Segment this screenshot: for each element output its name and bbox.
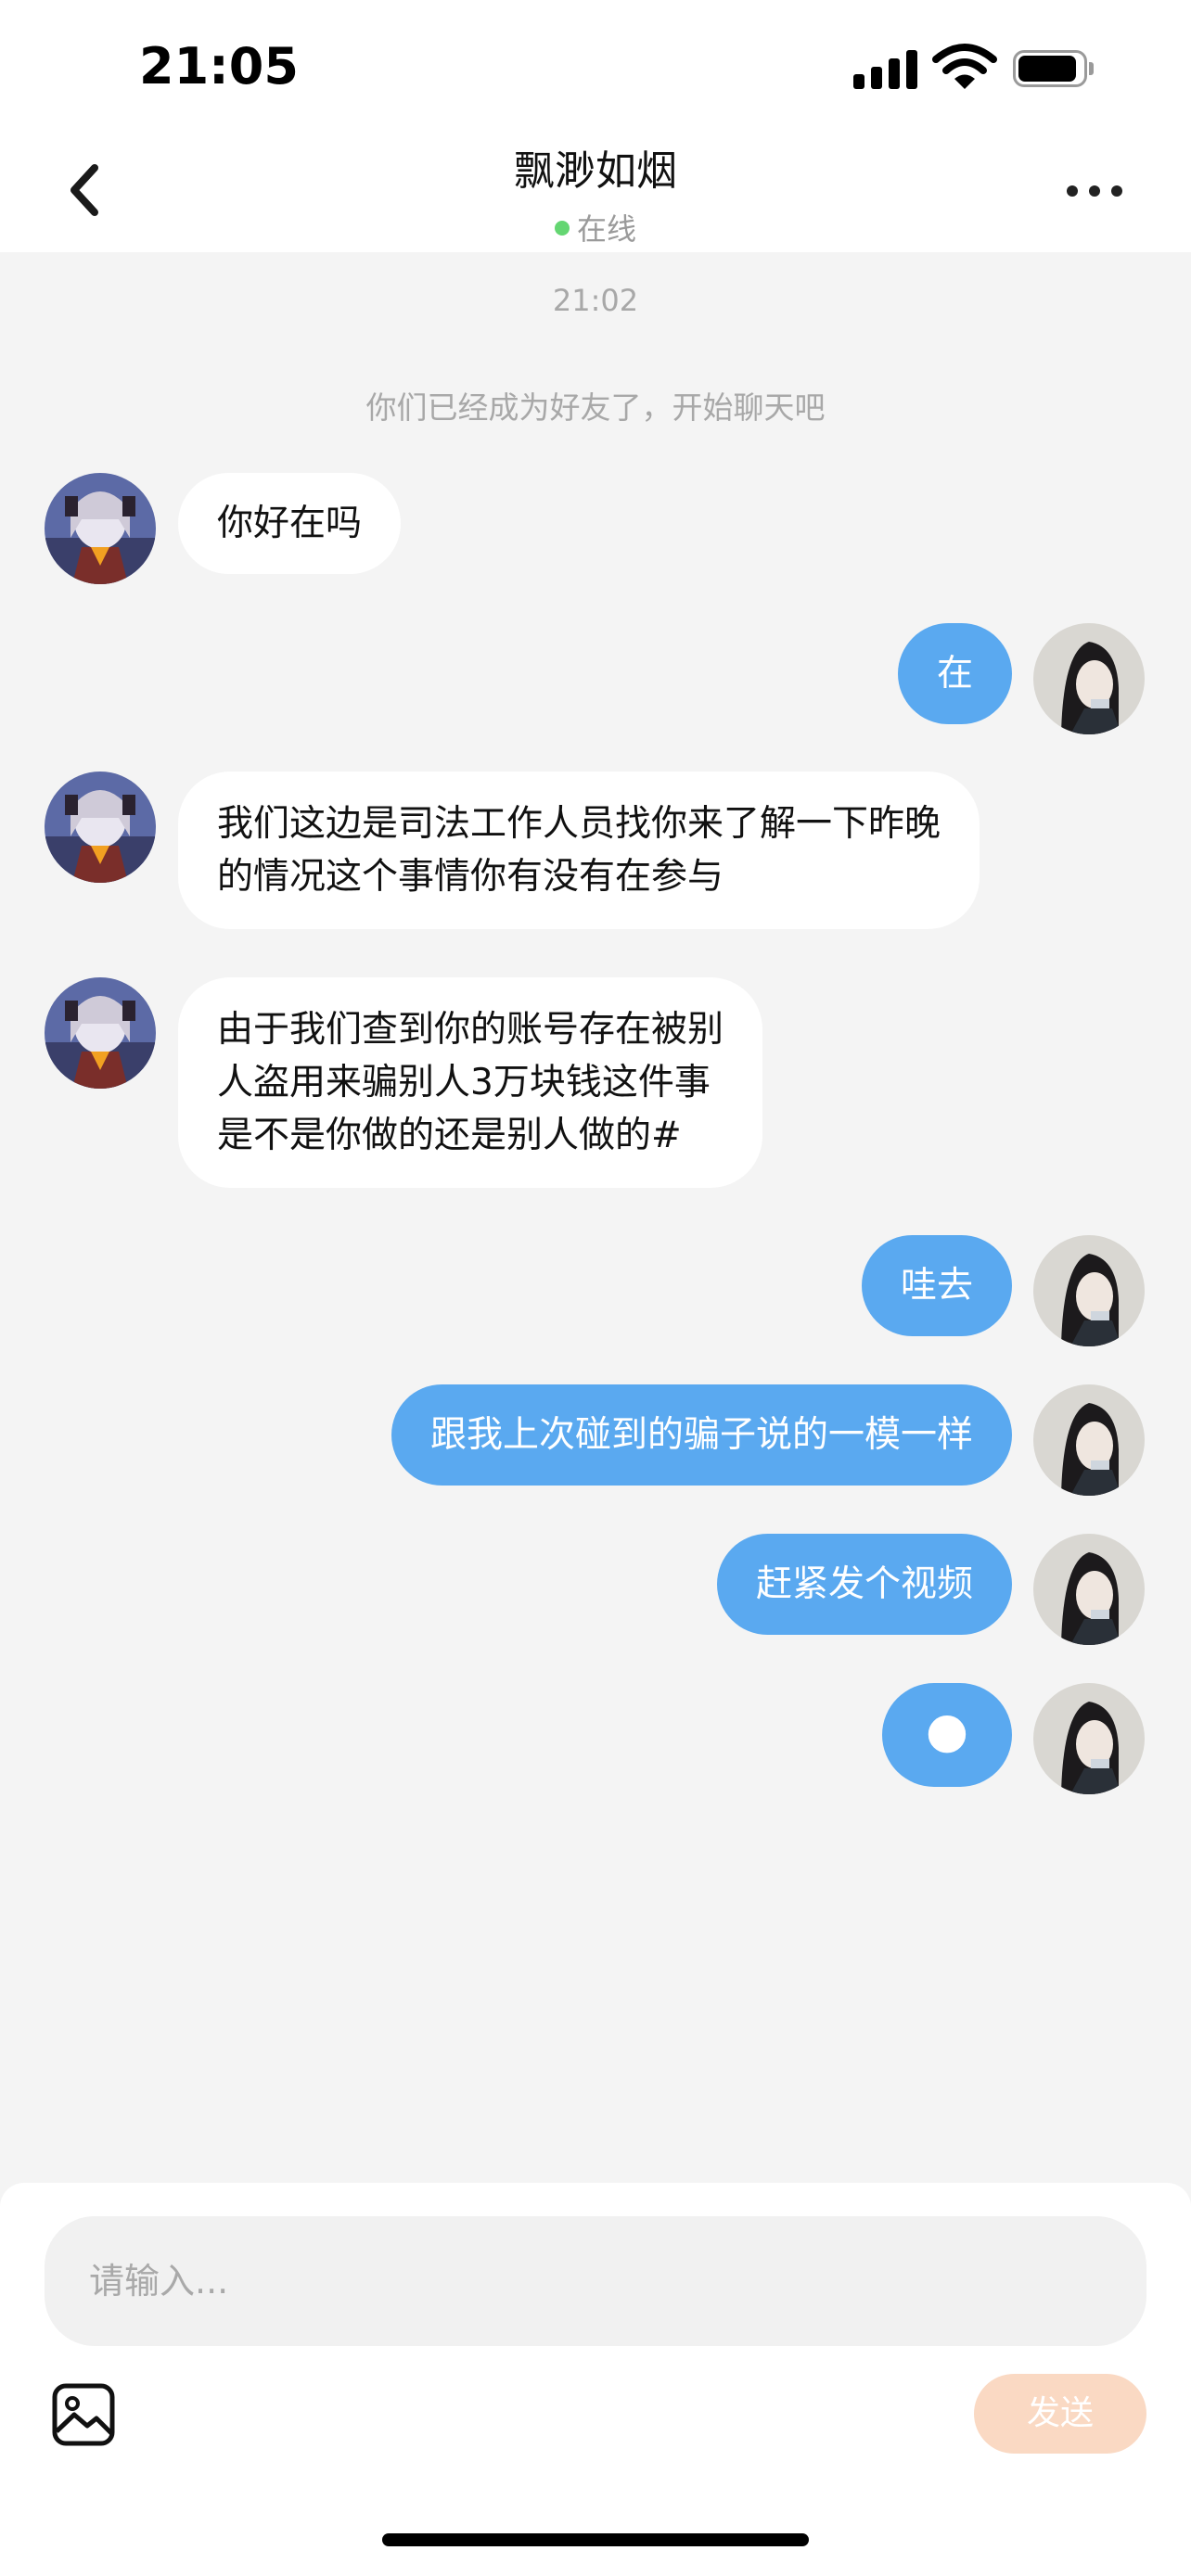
message-text: 跟我上次碰到的骗子说的一模一样 [429, 1414, 973, 1456]
new-moon-face-icon: 🌑 [925, 1710, 969, 1760]
my-avatar[interactable] [1033, 1384, 1145, 1496]
contact-avatar[interactable] [45, 772, 156, 883]
online-status-label: 在线 [576, 211, 636, 247]
message-bubble-outgoing[interactable]: 🌑 [882, 1683, 1012, 1787]
my-avatar[interactable] [1033, 1534, 1145, 1645]
message-text: 哇去 [900, 1265, 973, 1307]
image-picker-icon[interactable] [50, 2381, 117, 2448]
message-text-line: 我们这边是司法工作人员找你来了解一下昨晚 [217, 803, 941, 845]
my-avatar[interactable] [1033, 623, 1145, 734]
status-time: 21:05 [139, 37, 299, 96]
message-text-line: 是不是你做的还是别人做的# [217, 1115, 682, 1156]
send-button[interactable]: 发送 [974, 2374, 1146, 2454]
message-bubble-incoming[interactable]: 你好在吗 [178, 473, 402, 574]
online-status: 在线 [0, 206, 1191, 249]
message-text-line: 的情况这个事情你有没有在参与 [217, 856, 724, 898]
contact-avatar[interactable] [45, 473, 156, 584]
message-bubble-incoming[interactable]: 由于我们查到你的账号存在被别 人盗用来骗别人3万块钱这件事 是不是你做的还是别人… [178, 977, 763, 1188]
my-avatar[interactable] [1033, 1235, 1145, 1346]
composer: 发送 [0, 2183, 1191, 2576]
message-input[interactable] [45, 2216, 1146, 2346]
message-text-line: 由于我们查到你的账号存在被别 [217, 1009, 724, 1051]
wifi-icon [932, 44, 997, 89]
battery-icon [1013, 50, 1094, 87]
my-avatar[interactable] [1033, 1683, 1145, 1794]
message-bubble-outgoing[interactable]: 赶紧发个视频 [716, 1534, 1012, 1635]
message-text: 在 [936, 653, 973, 695]
message-text: 赶紧发个视频 [755, 1563, 973, 1605]
contact-name: 飘渺如烟 [514, 147, 677, 195]
message-text-line: 人盗用来骗别人3万块钱这件事 [217, 1062, 711, 1103]
online-dot-icon [554, 221, 570, 236]
home-indicator[interactable] [382, 2533, 809, 2546]
top-bar: 21:05 飘渺如烟 在线 [0, 0, 1191, 252]
chat-timestamp: 21:02 [552, 283, 639, 318]
contact-avatar[interactable] [45, 977, 156, 1089]
cellular-signal-icon [853, 48, 918, 89]
more-options-icon[interactable] [1067, 185, 1122, 198]
chat-screen: 21:05 飘渺如烟 在线 21:02 你们已经成为好友了，开始聊天吧 你好在吗… [0, 0, 1191, 2576]
system-message: 你们已经成为好友了，开始聊天吧 [365, 389, 826, 426]
message-bubble-outgoing[interactable]: 哇去 [861, 1235, 1012, 1336]
message-bubble-incoming[interactable]: 我们这边是司法工作人员找你来了解一下昨晚 的情况这个事情你有没有在参与 [178, 772, 980, 929]
message-bubble-outgoing[interactable]: 在 [897, 623, 1012, 724]
message-bubble-outgoing[interactable]: 跟我上次碰到的骗子说的一模一样 [391, 1384, 1012, 1486]
message-text: 你好在吗 [217, 503, 363, 544]
